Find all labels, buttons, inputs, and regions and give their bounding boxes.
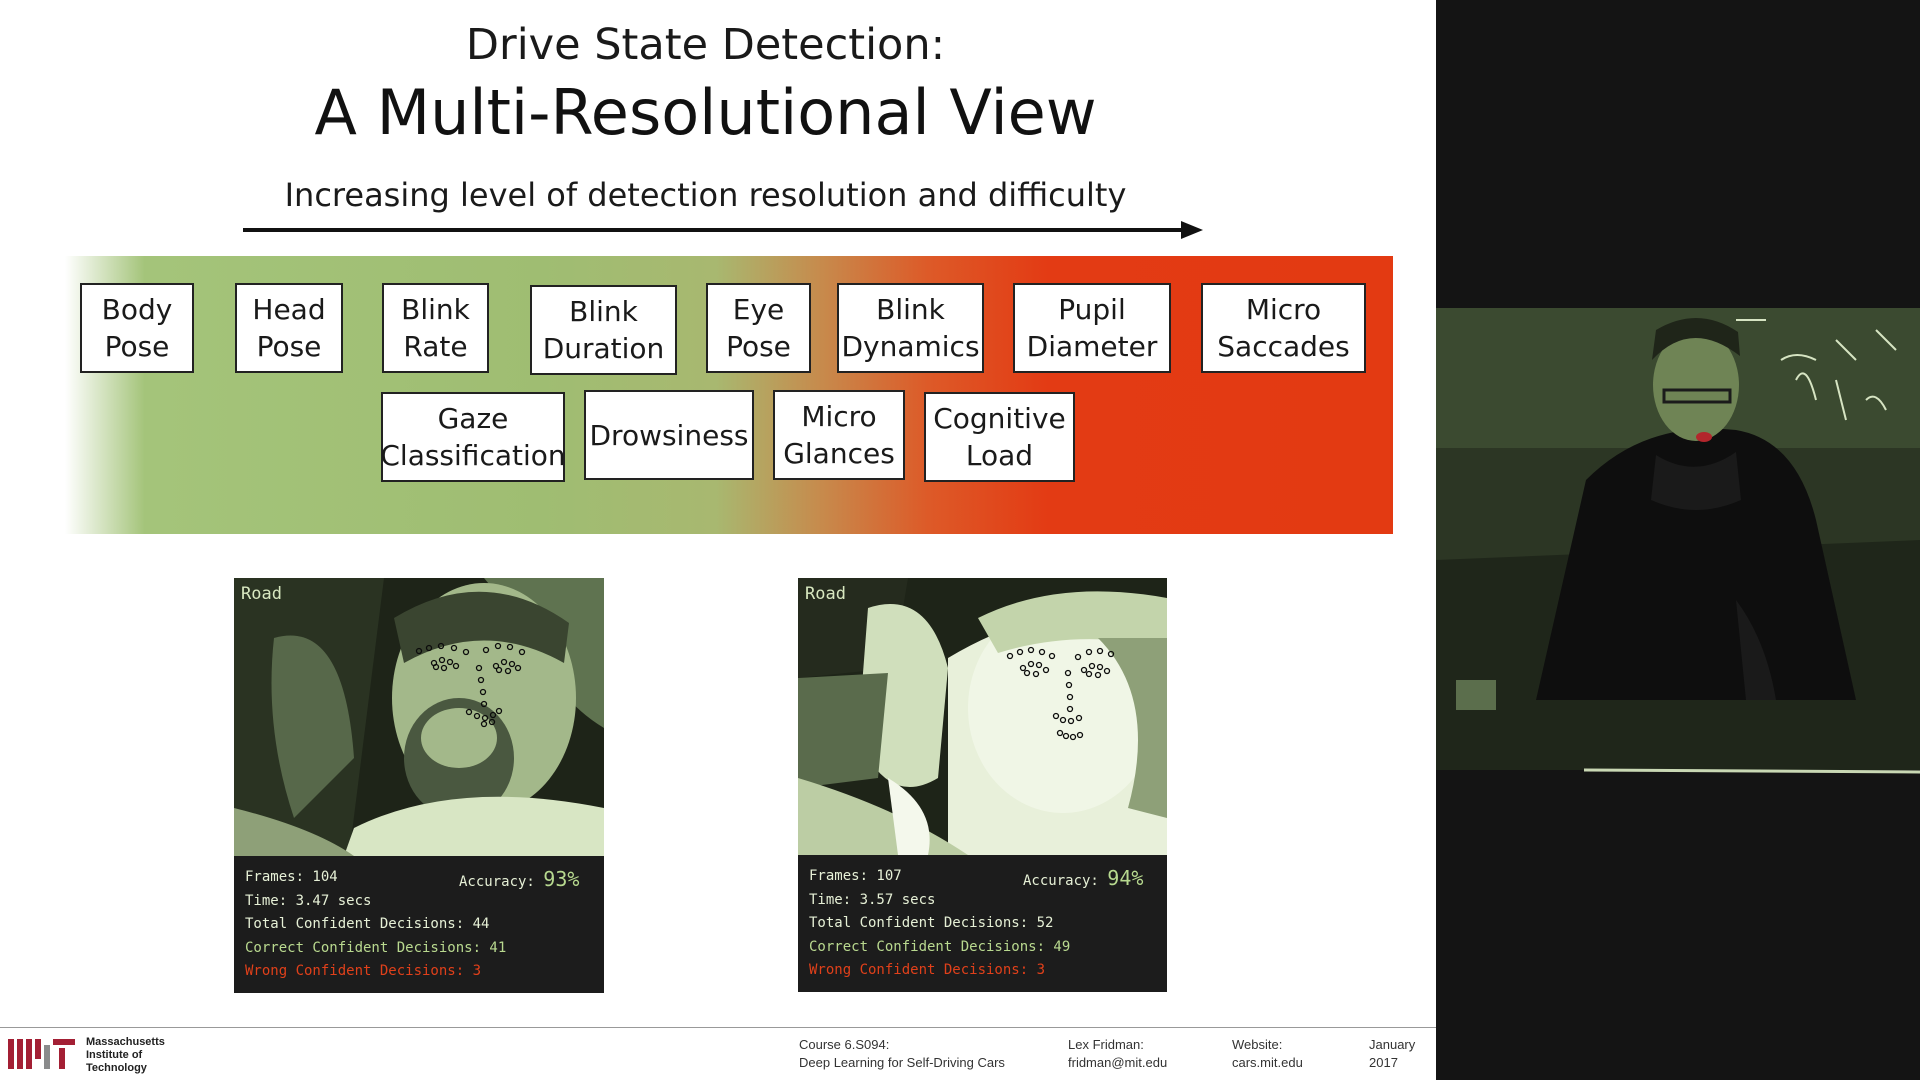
footer-website-line2: cars.mit.edu <box>1232 1055 1303 1070</box>
mit-name: Massachusetts Institute of Technology <box>86 1036 165 1075</box>
box-head-pose: Head Pose <box>235 283 343 373</box>
total-decisions-1: Total Confident Decisions: 44 <box>245 916 490 932</box>
footer-date-line2: 2017 <box>1369 1055 1398 1070</box>
slide-subtitle: Increasing level of detection resolution… <box>284 176 1127 214</box>
frames-1: Frames: 104 <box>245 869 338 885</box>
footer-course-line1: Course 6.S094: <box>799 1037 890 1052</box>
footer-website: Website: cars.mit.edu <box>1232 1036 1303 1072</box>
lecturer-video-feed <box>1436 0 1920 1080</box>
stats-panel-2: Frames: 107 Accuracy: 94% Time: 3.57 sec… <box>798 855 1167 992</box>
box-pupil-diameter: Pupil Diameter <box>1013 283 1171 373</box>
footer-divider <box>0 1027 1436 1028</box>
wrong-decisions-1: Wrong Confident Decisions: 3 <box>245 963 482 979</box>
mit-name-line1: Massachusetts <box>86 1036 165 1048</box>
footer-author-line1: Lex Fridman: <box>1068 1037 1144 1052</box>
road-label-2: Road <box>805 584 846 604</box>
correct-decisions-1: Correct Confident Decisions: 41 <box>245 940 507 956</box>
accuracy-label-2: Accuracy: <box>1023 873 1099 889</box>
slide-title-line1: Drive State Detection: <box>465 20 946 70</box>
footer-date-line1: January <box>1369 1037 1416 1052</box>
footer-website-line1: Website: <box>1232 1037 1283 1052</box>
box-body-pose: Body Pose <box>80 283 194 373</box>
face-tracking-panel-1: Road Frames: 104 Accuracy: 93% Time: 3.4… <box>234 578 604 993</box>
road-label-1: Road <box>241 584 282 604</box>
box-blink-rate: Blink Rate <box>382 283 489 373</box>
slide: Drive State Detection: A Multi-Resolutio… <box>0 0 1436 1080</box>
total-decisions-2: Total Confident Decisions: 52 <box>809 915 1054 931</box>
time-1: Time: 3.47 secs <box>245 893 372 909</box>
face-tracking-panel-2: Road Frames: 107 Accuracy: 94% Time: 3.5… <box>798 578 1167 992</box>
wrong-decisions-2: Wrong Confident Decisions: 3 <box>809 962 1046 978</box>
driver-face-image-2 <box>798 578 1167 855</box>
box-micro-saccades: Micro Saccades <box>1201 283 1366 373</box>
accuracy-value-1: 93% <box>543 867 580 891</box>
time-2: Time: 3.57 secs <box>809 892 936 908</box>
frames-2: Frames: 107 <box>809 868 902 884</box>
lecturer-image <box>1436 0 1920 1080</box>
accuracy-1: Accuracy: 93% <box>459 867 579 891</box>
mit-name-line3: Technology <box>86 1062 147 1074</box>
box-eye-pose: Eye Pose <box>706 283 811 373</box>
footer-course: Course 6.S094: Deep Learning for Self-Dr… <box>799 1036 1005 1072</box>
slide-title-line2: A Multi-Resolutional View <box>314 76 1097 149</box>
footer-author: Lex Fridman: fridman@mit.edu <box>1068 1036 1167 1072</box>
footer-date: January 2017 <box>1369 1036 1415 1072</box>
mit-name-line2: Institute of <box>86 1049 143 1061</box>
difficulty-arrow <box>243 221 1203 239</box>
box-drowsiness: Drowsiness <box>584 390 754 480</box>
accuracy-label-1: Accuracy: <box>459 874 535 890</box>
accuracy-value-2: 94% <box>1107 866 1144 890</box>
box-cognitive-load: Cognitive Load <box>924 392 1075 482</box>
accuracy-2: Accuracy: 94% <box>1023 866 1143 890</box>
mit-logo <box>8 1039 75 1069</box>
footer-author-line2: fridman@mit.edu <box>1068 1055 1168 1070</box>
box-micro-glances: Micro Glances <box>773 390 905 480</box>
box-blink-dynamics: Blink Dynamics <box>837 283 984 373</box>
footer-course-line2: Deep Learning for Self-Driving Cars <box>799 1055 1005 1070</box>
stats-panel-1: Frames: 104 Accuracy: 93% Time: 3.47 sec… <box>234 856 604 993</box>
box-gaze-classification: Gaze Classification <box>380 392 566 482</box>
correct-decisions-2: Correct Confident Decisions: 49 <box>809 939 1071 955</box>
driver-face-image-1 <box>234 578 604 856</box>
box-blink-duration: Blink Duration <box>530 285 677 375</box>
